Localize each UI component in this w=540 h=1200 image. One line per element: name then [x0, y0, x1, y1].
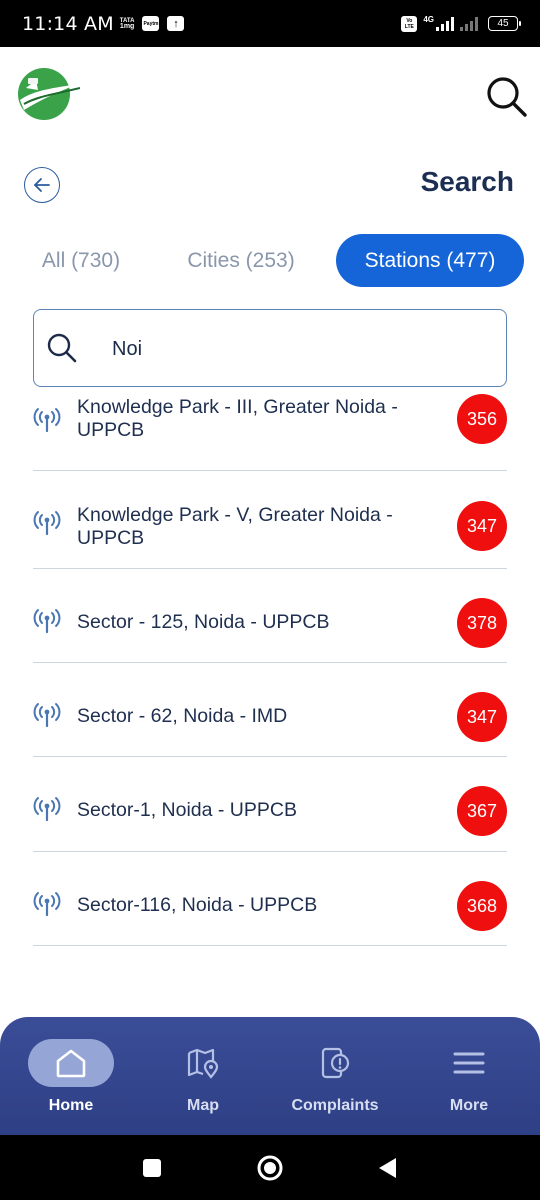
sameer-app-logo: [18, 68, 80, 120]
aqi-badge: 378: [457, 598, 507, 648]
aqi-badge: 368: [457, 881, 507, 931]
nav-more[interactable]: More: [426, 1039, 512, 1129]
station-antenna-icon: [33, 703, 61, 728]
results-list: Knowledge Park - III, Greater Noida - UP…: [33, 392, 507, 1012]
signal-strength-icon: [436, 16, 454, 31]
station-antenna-icon: [33, 408, 61, 433]
nav-complaints[interactable]: Complaints: [280, 1039, 390, 1129]
list-item[interactable]: Knowledge Park - V, Greater Noida - UPPC…: [33, 471, 507, 569]
station-antenna-icon: [33, 511, 61, 536]
tata-1mg-notification-icon: TATA 1mg: [119, 17, 135, 30]
page-title: Search: [420, 166, 514, 197]
upload-notification-icon: ↑: [167, 16, 185, 31]
status-bar: 11:14 AM TATA 1mg Paytm ↑ Vo LTE 4G 45: [0, 0, 540, 47]
tab-stations[interactable]: Stations (477): [336, 234, 524, 287]
nav-map[interactable]: Map: [160, 1039, 246, 1129]
home-icon: [56, 1049, 86, 1078]
battery-icon: 45: [488, 16, 521, 31]
recents-icon: [143, 1159, 161, 1177]
station-antenna-icon: [33, 797, 61, 822]
map-pin-icon: [187, 1048, 219, 1079]
nav-label: More: [449, 1097, 489, 1114]
list-item[interactable]: Sector - 62, Noida - IMD 347: [33, 663, 507, 757]
station-name: Sector - 62, Noida - IMD: [77, 705, 288, 727]
back-system-button[interactable]: [372, 1153, 402, 1183]
station-name: Sector - 125, Noida - UPPCB: [77, 611, 330, 633]
station-name: Sector-1, Noida - UPPCB: [77, 799, 297, 821]
back-arrow-icon: [34, 178, 50, 192]
volte-icon: Vo LTE: [401, 15, 418, 32]
nav-label: Map: [187, 1097, 219, 1114]
aqi-badge: 347: [457, 501, 507, 551]
station-antenna-icon: [33, 609, 61, 634]
list-item[interactable]: Sector-1, Noida - UPPCB 367: [33, 757, 507, 852]
status-time: 11:14 AM: [22, 12, 114, 35]
nav-home[interactable]: Home: [28, 1039, 114, 1129]
list-item[interactable]: Knowledge Park - III, Greater Noida - UP…: [33, 392, 507, 471]
status-indicators: Vo LTE 4G 45: [401, 15, 521, 32]
search-icon[interactable]: [484, 74, 528, 118]
search-icon: [47, 333, 77, 363]
home-system-button[interactable]: [255, 1153, 285, 1183]
aqi-badge: 356: [457, 394, 507, 444]
search-tabs: All (730) Cities (253) Stations (477): [24, 234, 524, 287]
aqi-badge: 347: [457, 692, 507, 742]
nav-label: Home: [48, 1097, 94, 1114]
recents-button[interactable]: [137, 1153, 167, 1183]
station-antenna-icon: [33, 892, 61, 917]
network-type: 4G: [423, 15, 434, 24]
list-item[interactable]: Sector - 125, Noida - UPPCB 378: [33, 569, 507, 663]
menu-icon: [453, 1052, 485, 1074]
aqi-badge: 367: [457, 786, 507, 836]
search-input[interactable]: [112, 334, 492, 364]
station-name: Knowledge Park - V, Greater Noida - UPPC…: [77, 504, 393, 549]
tab-cities[interactable]: Cities (253): [168, 234, 314, 287]
tab-all[interactable]: All (730): [24, 234, 138, 287]
list-item[interactable]: Sector-116, Noida - UPPCB 368: [33, 852, 507, 946]
station-name: Sector-116, Noida - UPPCB: [77, 894, 318, 916]
paytm-notification-icon: Paytm: [142, 16, 160, 31]
system-nav-bar: [0, 1135, 540, 1200]
back-triangle-icon: [379, 1158, 396, 1178]
nav-label: Complaints: [291, 1097, 379, 1114]
back-button[interactable]: [24, 167, 60, 203]
complaint-icon: [321, 1047, 350, 1079]
home-circle-icon: [257, 1155, 283, 1181]
search-box[interactable]: [33, 309, 507, 387]
station-name: Knowledge Park - III, Greater Noida - UP…: [77, 396, 398, 441]
bottom-nav: Home Map Complaints More: [0, 1017, 540, 1135]
signal-strength-secondary-icon: [460, 16, 478, 31]
